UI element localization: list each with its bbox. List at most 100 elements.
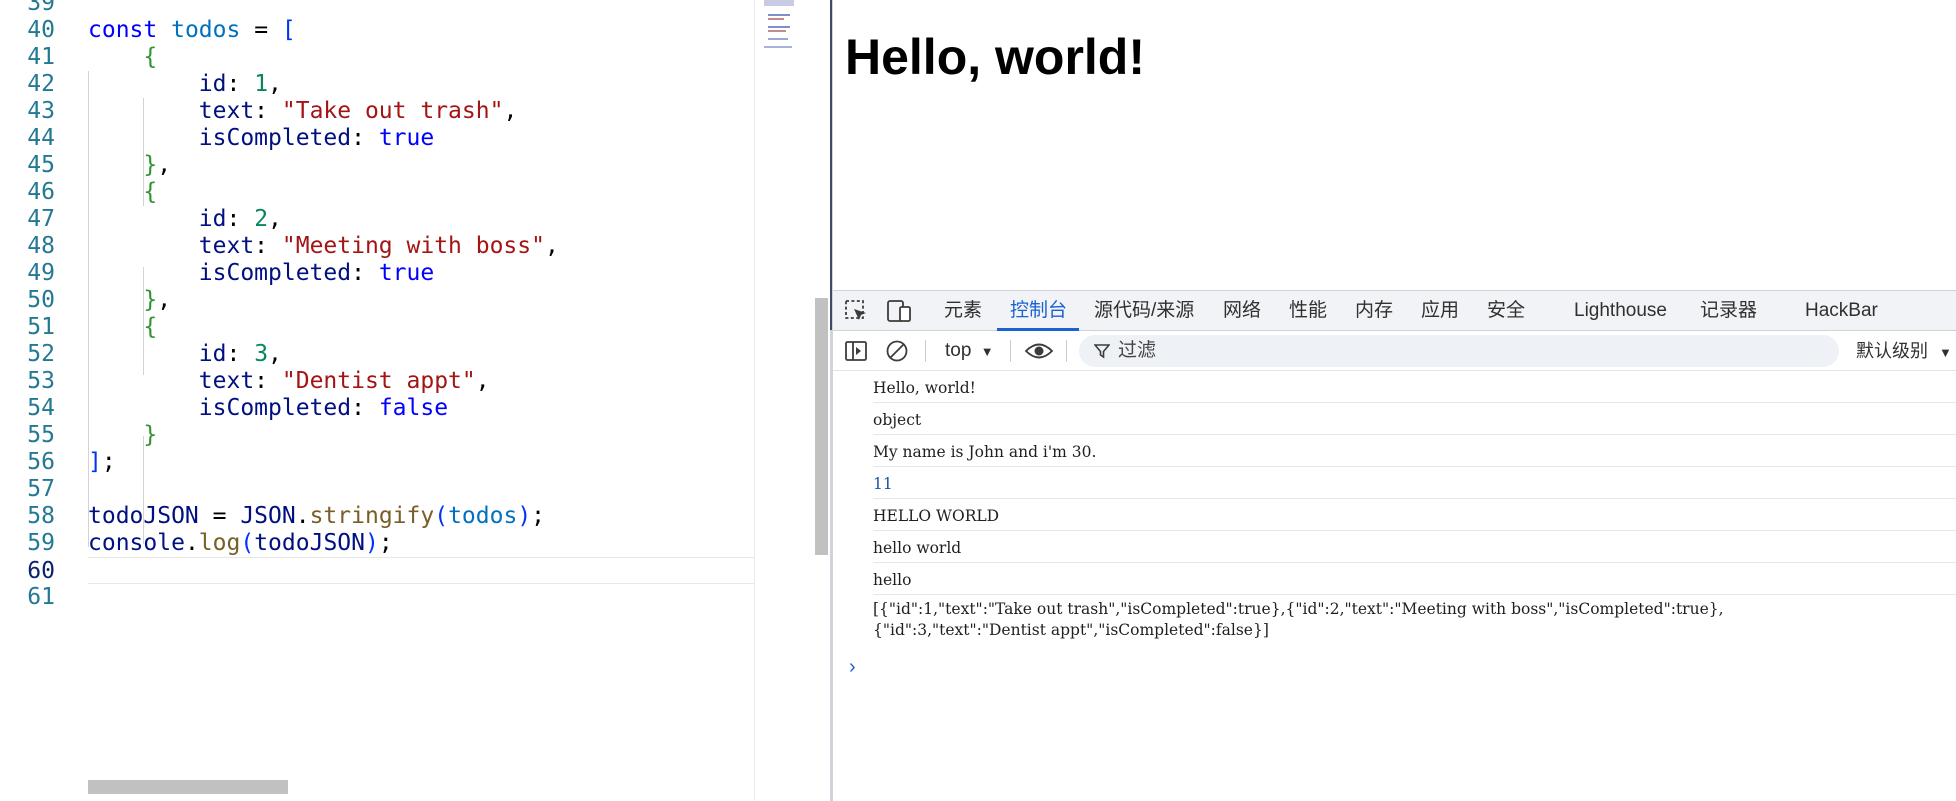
code-token: } <box>143 422 158 448</box>
toolbar-separator <box>1010 340 1011 362</box>
device-toolbar-icon[interactable] <box>886 298 912 324</box>
tab-performance[interactable]: 性能 <box>1289 291 1327 331</box>
code-line[interactable]: 45 }, <box>0 152 754 179</box>
code-line[interactable]: 56]; <box>0 449 754 476</box>
code-line[interactable]: 44 isCompleted: true <box>0 125 754 152</box>
console-output[interactable]: Hello, world! object My name is John and… <box>833 371 1956 801</box>
code-token: . <box>184 530 199 556</box>
code-line[interactable]: 55 } <box>0 422 754 449</box>
chevron-down-icon: ▼ <box>1939 345 1952 360</box>
code-token: ; <box>531 503 546 529</box>
console-message-number: 11 <box>873 467 1956 499</box>
code-line[interactable]: 48 text: "Meeting with boss", <box>0 233 754 260</box>
code-line[interactable]: 57 <box>0 476 754 503</box>
filter-icon <box>1094 344 1110 359</box>
minimap[interactable] <box>762 0 814 52</box>
line-number: 44 <box>27 125 55 151</box>
code-token: : <box>351 125 379 151</box>
page-heading: Hello, world! <box>845 29 1145 85</box>
code-token: , <box>268 341 282 367</box>
code-line[interactable]: 39 <box>0 0 754 17</box>
code-token: "Dentist appt" <box>281 368 476 394</box>
line-text: { <box>88 314 157 341</box>
code-line[interactable]: 58 todoJSON = JSON.stringify(todos); <box>0 503 754 530</box>
console-message: hello world <box>873 531 1956 563</box>
code-token: 2 <box>254 206 269 232</box>
code-token: id <box>198 71 227 97</box>
code-line[interactable]: 49 isCompleted: true <box>0 260 754 287</box>
code-editor[interactable]: 39 40 const todos = [41 {42 id: 1, 43 text:… <box>0 0 830 801</box>
code-line[interactable]: 54 isCompleted: false <box>0 395 754 422</box>
log-level-select[interactable]: 默认级别 ▼ <box>1856 335 1952 367</box>
code-token: stringify <box>309 503 435 529</box>
live-expression-eye-icon[interactable] <box>1024 340 1054 362</box>
line-number: 39 <box>27 0 55 16</box>
browser-page-view: Hello, world! <box>833 0 1956 290</box>
tab-security[interactable]: 安全 <box>1487 291 1525 331</box>
code-token: isCompleted <box>198 395 352 421</box>
editor-vertical-scrollbar[interactable] <box>815 298 828 555</box>
tab-memory[interactable]: 内存 <box>1355 291 1393 331</box>
code-token: } <box>143 287 158 313</box>
code-token: isCompleted <box>198 125 352 151</box>
code-line[interactable]: 43 text: "Take out trash", <box>0 98 754 125</box>
code-line[interactable]: 61 <box>0 584 754 611</box>
code-token: : <box>254 233 282 259</box>
line-number: 52 <box>27 341 55 367</box>
code-token: log <box>198 530 241 556</box>
tab-elements[interactable]: 元素 <box>944 291 982 331</box>
tab-lighthouse[interactable]: Lighthouse <box>1574 291 1667 331</box>
code-token: console <box>88 530 185 556</box>
line-text: id: 2, <box>88 206 282 233</box>
code-token: ) <box>364 530 379 556</box>
editor-horizontal-scrollbar[interactable] <box>88 780 288 794</box>
clear-console-icon[interactable] <box>885 339 909 363</box>
code-token: "Meeting with boss" <box>281 233 545 259</box>
tab-network[interactable]: 网络 <box>1223 291 1261 331</box>
code-line[interactable]: 60 <box>27 557 754 584</box>
code-line[interactable]: 59 console.log(todoJSON); <box>0 530 754 557</box>
code-line[interactable]: 41 { <box>0 44 754 71</box>
console-filter-input[interactable] <box>1079 335 1839 367</box>
tab-recorder[interactable]: 记录器 <box>1700 291 1757 331</box>
code-line[interactable]: 40 const todos = [ <box>0 17 754 44</box>
code-token: ( <box>240 530 255 556</box>
line-number: 58 <box>27 503 55 529</box>
code-line[interactable]: 53 text: "Dentist appt", <box>0 368 754 395</box>
line-text: isCompleted: false <box>88 395 448 422</box>
code-line[interactable]: 52 id: 3, <box>0 341 754 368</box>
code-line[interactable]: 51 { <box>0 314 754 341</box>
line-number: 40 <box>27 17 55 43</box>
context-select[interactable]: top ▼ <box>945 335 994 367</box>
toolbar-separator <box>1066 340 1067 362</box>
code-token: = <box>240 17 282 43</box>
code-token: , <box>544 233 559 259</box>
indent-guide <box>143 436 144 544</box>
line-text: isCompleted: true <box>88 260 434 287</box>
line-text: text: "Take out trash", <box>88 98 518 125</box>
console-prompt-caret-icon[interactable]: › <box>849 656 856 679</box>
line-number: 48 <box>27 233 55 259</box>
tab-application[interactable]: 应用 <box>1421 291 1459 331</box>
code-line[interactable]: 50 }, <box>0 287 754 314</box>
tab-console[interactable]: 控制台 <box>1010 291 1067 331</box>
tab-hackbar[interactable]: HackBar <box>1805 291 1878 331</box>
indent-guide <box>143 98 144 206</box>
inspect-element-icon[interactable] <box>843 298 869 324</box>
code-token: todoJSON <box>254 530 365 556</box>
line-number: 49 <box>27 260 55 286</box>
code-line[interactable]: 42 id: 1, <box>0 71 754 98</box>
code-token: { <box>143 179 158 205</box>
line-number: 60 <box>27 558 55 584</box>
code-line[interactable]: 46 { <box>0 179 754 206</box>
code-token: id <box>198 206 227 232</box>
code-token: , <box>475 368 490 394</box>
tab-sources[interactable]: 源代码/来源 <box>1094 291 1194 331</box>
sidebar-toggle-icon[interactable] <box>844 339 868 363</box>
line-text: }, <box>88 152 171 179</box>
line-text: id: 3, <box>88 341 282 368</box>
line-text: todoJSON = JSON.stringify(todos); <box>88 503 545 530</box>
code-line[interactable]: 47 id: 2, <box>0 206 754 233</box>
line-text: { <box>88 179 157 206</box>
